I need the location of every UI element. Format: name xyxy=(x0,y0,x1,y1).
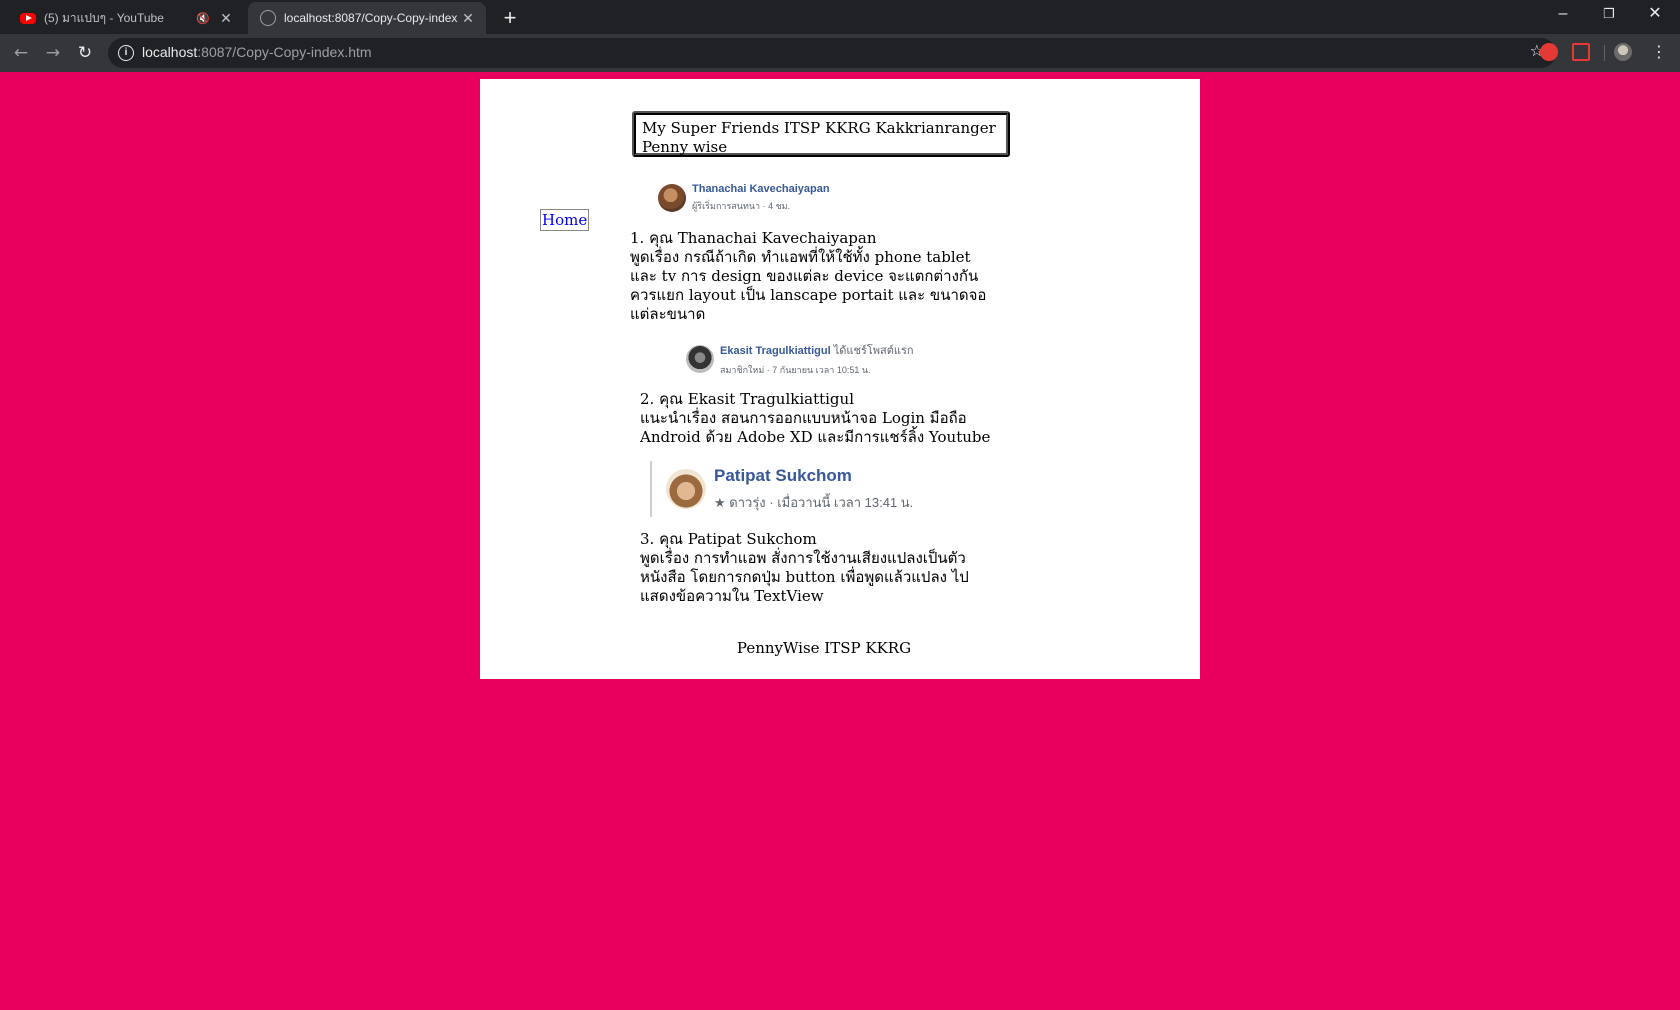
post-meta: สมาชิกใหม่ · 7 กันยายน เวลา 10:51 น. xyxy=(720,365,871,375)
globe-icon xyxy=(260,10,276,26)
post-author-header: Patipat Sukchom ★ ดาวรุ่ง · เมื่อวานนี้ … xyxy=(650,461,913,517)
youtube-icon xyxy=(20,12,36,24)
tab-title: localhost:8087/Copy-Copy-index xyxy=(284,11,458,25)
star-icon: ★ xyxy=(714,494,726,510)
new-tab-button[interactable]: + xyxy=(496,4,524,32)
profile-avatar[interactable] xyxy=(1614,43,1632,61)
post-text: 3. คุณ Patipat Sukchom พูดเรื่อง การทำแอ… xyxy=(640,530,969,605)
info-icon[interactable]: i xyxy=(118,45,134,61)
address-url[interactable]: localhost:8087/Copy-Copy-index.htm xyxy=(142,44,372,60)
post-meta: ผู้ริเริ่มการสนทนา · 4 ชม. xyxy=(692,201,791,211)
post-author-header: Thanachai Kavechaiyapan ผู้ริเริ่มการสนท… xyxy=(658,183,830,213)
back-icon[interactable]: ← xyxy=(8,40,34,66)
page-content: My Super Friends ITSP KKRG Kakkrianrange… xyxy=(480,79,1200,679)
post-text: 1. คุณ Thanachai Kavechaiyapan พูดเรื่อง… xyxy=(630,229,987,323)
post-meta: ★ ดาวรุ่ง · เมื่อวานนี้ เวลา 13:41 น. xyxy=(714,494,914,510)
tab-title: (5) มาแปบๆ - YouTube xyxy=(44,10,164,25)
speaker-muted-icon[interactable]: 🔇 xyxy=(196,12,210,25)
restore-icon[interactable]: ❐ xyxy=(1586,0,1632,30)
tab-strip: (5) มาแปบๆ - YouTube 🔇 ✕ localhost:8087/… xyxy=(0,0,1680,34)
author-name: Ekasit Tragulkiattigul ได้แชร์โพสต์แรก xyxy=(720,345,914,357)
tab-youtube[interactable]: (5) มาแปบๆ - YouTube 🔇 ✕ xyxy=(8,2,244,34)
reload-icon[interactable]: ↻ xyxy=(72,40,98,66)
page-title: My Super Friends ITSP KKRG Kakkrianrange… xyxy=(632,111,1010,157)
tab-localhost[interactable]: localhost:8087/Copy-Copy-index ✕ xyxy=(248,2,486,34)
close-tab-icon[interactable]: ✕ xyxy=(458,10,478,27)
forward-icon[interactable]: → xyxy=(40,40,66,66)
avatar xyxy=(658,184,686,212)
pdf-extension-icon[interactable] xyxy=(1572,43,1590,61)
window-close-icon[interactable]: ✕ xyxy=(1632,0,1678,30)
adblock-extension-icon[interactable] xyxy=(1540,43,1558,61)
toolbar-divider xyxy=(1604,45,1605,61)
page-footer: PennyWise ITSP KKRG xyxy=(736,639,912,657)
menu-icon[interactable]: ⋮ xyxy=(1650,43,1668,61)
post-author-header: Ekasit Tragulkiattigul ได้แชร์โพสต์แรก ส… xyxy=(686,341,914,377)
home-link[interactable]: Home xyxy=(540,209,590,231)
minimize-icon[interactable]: – xyxy=(1540,0,1586,30)
close-tab-icon[interactable]: ✕ xyxy=(216,10,236,27)
author-name: Patipat Sukchom xyxy=(714,465,852,485)
address-bar[interactable]: i localhost:8087/Copy-Copy-index.htm ☆ xyxy=(108,38,1556,68)
author-name: Thanachai Kavechaiyapan xyxy=(692,183,830,195)
avatar xyxy=(686,345,714,373)
avatar xyxy=(666,469,706,509)
post-text: 2. คุณ Ekasit Tragulkiattigul แนะนำเรื่อ… xyxy=(640,390,991,446)
browser-toolbar: ← → ↻ i localhost:8087/Copy-Copy-index.h… xyxy=(0,34,1680,72)
